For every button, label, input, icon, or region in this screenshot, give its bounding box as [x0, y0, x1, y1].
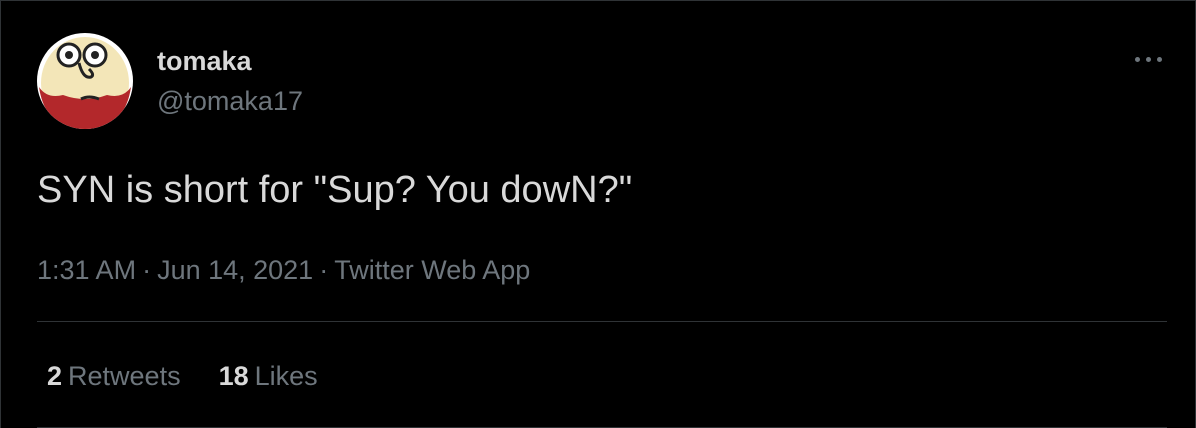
more-horizontal-icon [1135, 57, 1140, 62]
more-options-button[interactable] [1129, 41, 1169, 77]
tweet-metadata: 1:31 AM · Jun 14, 2021 · Twitter Web App [37, 253, 530, 287]
tweet-card: tomaka @tomaka17 SYN is short for "Sup? … [0, 0, 1196, 428]
tweet-time-link[interactable]: 1:31 AM · Jun 14, 2021 [37, 255, 313, 285]
more-horizontal-icon-dot [1146, 57, 1151, 62]
more-horizontal-icon-dot [1157, 57, 1162, 62]
tweet-text: SYN is short for "Sup? You dowN?" [37, 169, 633, 211]
user-handle[interactable]: @tomaka17 [157, 85, 303, 117]
tweet-date: Jun 14, 2021 [157, 255, 314, 285]
retweets-label: Retweets [68, 361, 181, 391]
likes-link[interactable]: 18 Likes [219, 359, 318, 393]
likes-count: 18 [218, 361, 249, 391]
divider [37, 321, 1167, 322]
cartoon-face-avatar-icon [37, 33, 133, 129]
tweet-time: 1:31 AM [37, 255, 137, 285]
separator: · [319, 255, 329, 285]
tweet-stats: 2 Retweets 18 Likes [47, 359, 356, 393]
likes-label: Likes [254, 361, 318, 391]
separator: · [142, 255, 152, 285]
avatar[interactable] [37, 33, 133, 129]
retweets-link[interactable]: 2 Retweets [47, 359, 181, 393]
display-name[interactable]: tomaka [157, 45, 252, 77]
retweets-count: 2 [47, 361, 63, 391]
tweet-source-link[interactable]: Twitter Web App [334, 255, 530, 285]
